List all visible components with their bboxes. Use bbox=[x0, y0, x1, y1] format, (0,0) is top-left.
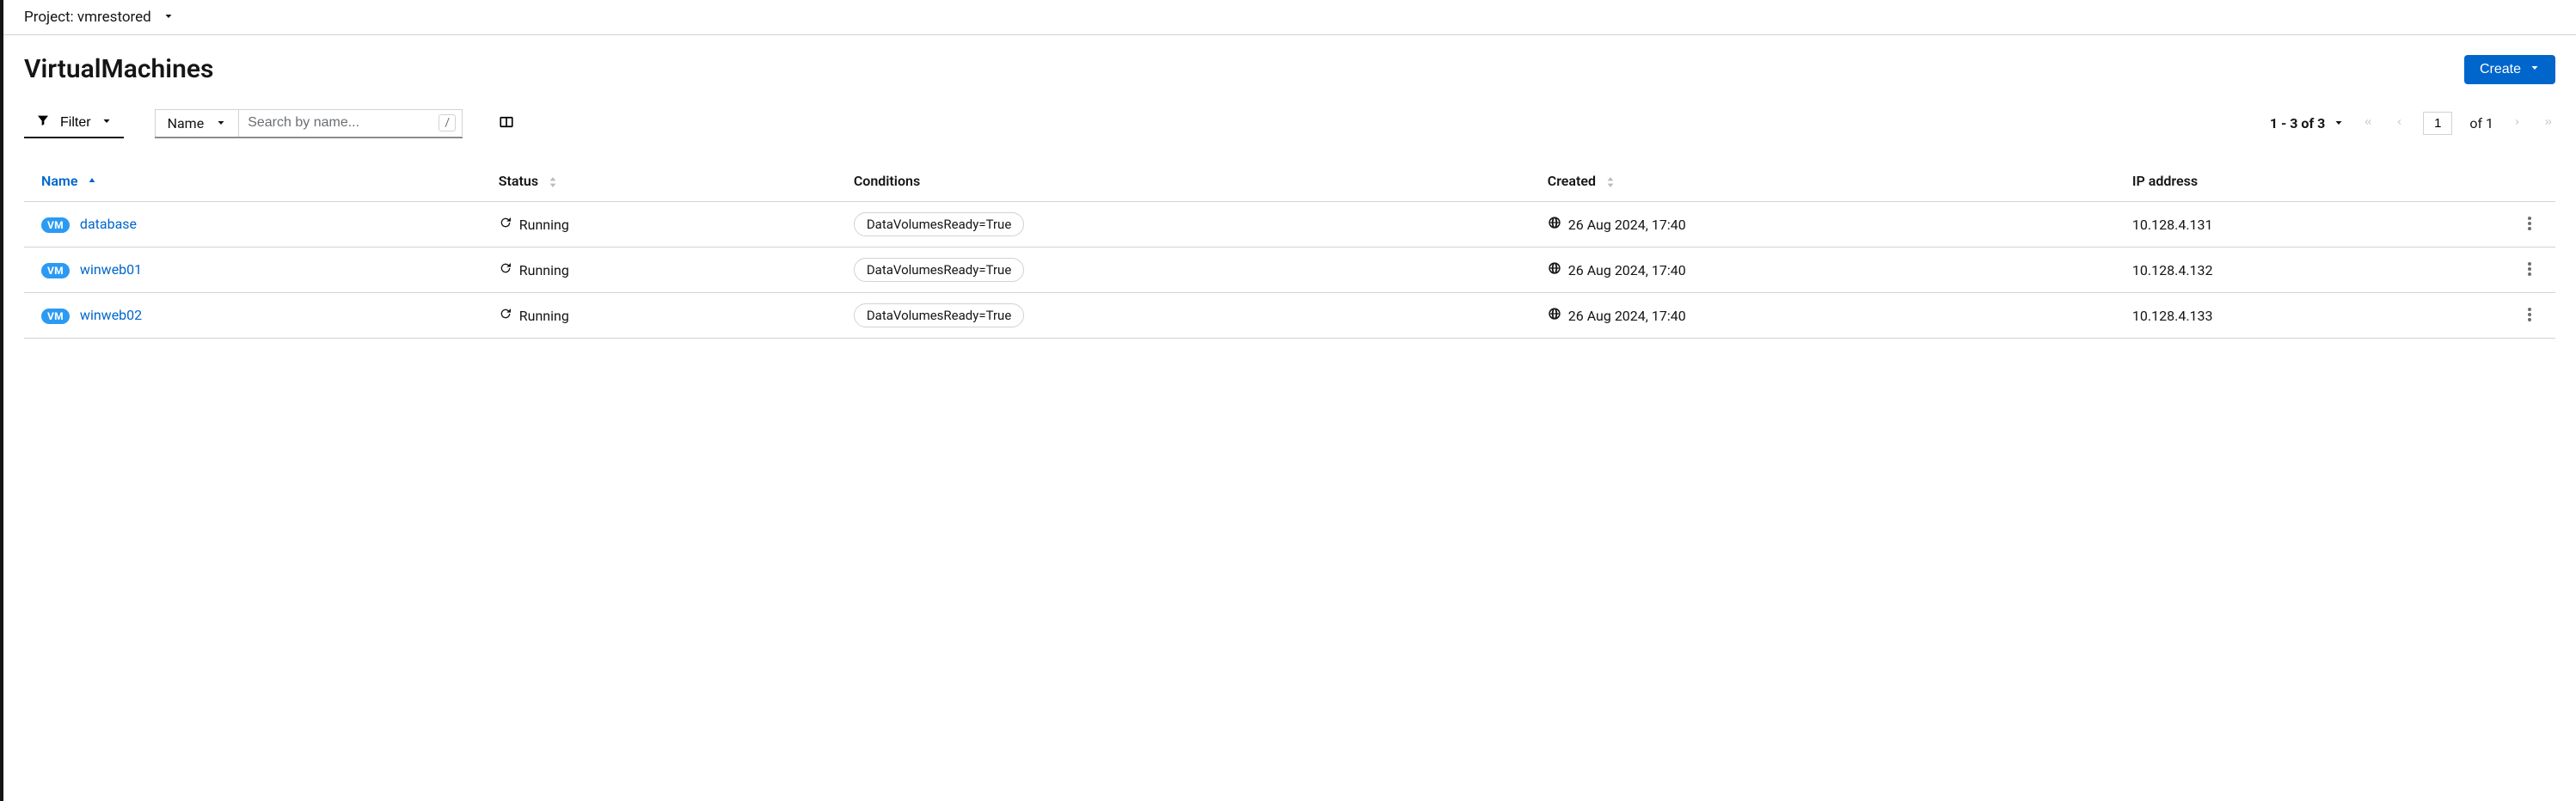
manage-columns-button[interactable] bbox=[494, 109, 519, 138]
prev-page-button[interactable] bbox=[2392, 115, 2406, 131]
chevron-double-left-icon bbox=[2363, 117, 2373, 130]
running-icon bbox=[499, 307, 512, 324]
project-label: Project: vmrestored bbox=[24, 9, 151, 26]
kebab-icon bbox=[2528, 311, 2531, 324]
caret-down-icon bbox=[101, 115, 112, 131]
col-header-ip[interactable]: IP address bbox=[2115, 161, 2504, 202]
caret-down-icon bbox=[2334, 115, 2344, 131]
items-per-page[interactable]: 1 - 3 of 3 bbox=[2270, 115, 2345, 131]
condition-chip: DataVolumesReady=True bbox=[854, 212, 1024, 236]
running-icon bbox=[499, 216, 512, 233]
create-button-label: Create bbox=[2480, 62, 2521, 77]
pagination-range-text: 1 - 3 of 3 bbox=[2270, 115, 2326, 131]
created-text: 26 Aug 2024, 17:40 bbox=[1568, 217, 1686, 233]
condition-chip: DataVolumesReady=True bbox=[854, 258, 1024, 282]
chevron-left-icon bbox=[2394, 117, 2404, 130]
table-row: VM winweb02 Running DataVolumesReady=Tru… bbox=[24, 293, 2555, 339]
caret-down-icon bbox=[216, 115, 226, 131]
columns-icon bbox=[499, 119, 514, 132]
page-of-label: of 1 bbox=[2469, 115, 2493, 131]
ip-text: 10.128.4.132 bbox=[2115, 248, 2504, 293]
row-actions-button[interactable] bbox=[2521, 213, 2538, 236]
search-input[interactable] bbox=[239, 109, 463, 136]
kebab-icon bbox=[2528, 266, 2531, 278]
created-text: 26 Aug 2024, 17:40 bbox=[1568, 262, 1686, 278]
ip-text: 10.128.4.131 bbox=[2115, 202, 2504, 248]
vm-table: Name Status Conditions bbox=[24, 161, 2555, 339]
row-actions-button[interactable] bbox=[2521, 259, 2538, 282]
next-page-button[interactable] bbox=[2511, 115, 2524, 131]
vm-badge: VM bbox=[41, 263, 70, 278]
globe-icon bbox=[1548, 261, 1561, 278]
search-scope-label: Name bbox=[168, 115, 205, 131]
created-text: 26 Aug 2024, 17:40 bbox=[1568, 308, 1686, 324]
col-header-name[interactable]: Name bbox=[24, 161, 481, 202]
col-header-conditions[interactable]: Conditions bbox=[837, 161, 1530, 202]
first-page-button[interactable] bbox=[2361, 115, 2375, 131]
col-header-created[interactable]: Created bbox=[1530, 161, 2115, 202]
funnel-icon bbox=[36, 113, 50, 131]
sort-asc-icon bbox=[88, 176, 96, 188]
chevron-double-right-icon bbox=[2543, 117, 2554, 130]
status-text: Running bbox=[519, 308, 569, 324]
page-title: VirtualMachines bbox=[24, 54, 213, 84]
sort-icon bbox=[549, 176, 557, 188]
project-selector[interactable]: Project: vmrestored bbox=[3, 0, 2576, 35]
vm-name-link[interactable]: winweb01 bbox=[80, 261, 142, 278]
table-row: VM winweb01 Running DataVolumesReady=Tru… bbox=[24, 248, 2555, 293]
create-button[interactable]: Create bbox=[2464, 55, 2555, 84]
filter-button-label: Filter bbox=[60, 115, 91, 131]
globe-icon bbox=[1548, 307, 1561, 324]
kebab-icon bbox=[2528, 220, 2531, 233]
vm-badge: VM bbox=[41, 309, 70, 324]
page-number-input[interactable] bbox=[2423, 112, 2452, 135]
running-icon bbox=[499, 261, 512, 278]
pagination: 1 - 3 of 3 of 1 bbox=[2270, 112, 2555, 135]
status-text: Running bbox=[519, 217, 569, 233]
sort-icon bbox=[1606, 176, 1615, 188]
filter-button[interactable]: Filter bbox=[24, 108, 124, 138]
slash-hint: / bbox=[439, 114, 456, 131]
ip-text: 10.128.4.133 bbox=[2115, 293, 2504, 339]
vm-name-link[interactable]: database bbox=[80, 216, 137, 232]
table-row: VM database Running DataVolumesReady=Tru… bbox=[24, 202, 2555, 248]
col-header-status[interactable]: Status bbox=[481, 161, 837, 202]
vm-name-link[interactable]: winweb02 bbox=[80, 307, 142, 323]
chevron-right-icon bbox=[2512, 117, 2523, 130]
row-actions-button[interactable] bbox=[2521, 304, 2538, 327]
status-text: Running bbox=[519, 262, 569, 278]
caret-down-icon bbox=[163, 9, 174, 26]
last-page-button[interactable] bbox=[2542, 115, 2555, 131]
globe-icon bbox=[1548, 216, 1561, 233]
caret-down-icon bbox=[2530, 62, 2540, 77]
vm-badge: VM bbox=[41, 217, 70, 233]
condition-chip: DataVolumesReady=True bbox=[854, 303, 1024, 327]
search-scope-select[interactable]: Name bbox=[155, 109, 240, 137]
